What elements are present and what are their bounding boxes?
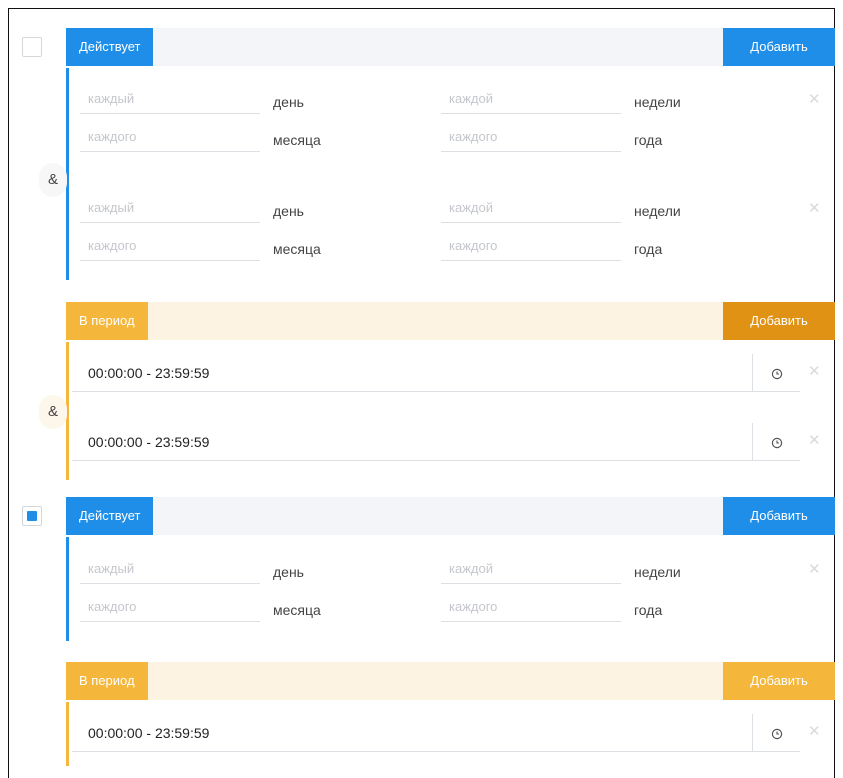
week-unit: недели [634, 564, 681, 580]
group-1-and-operator: & [39, 163, 67, 197]
month-input[interactable]: каждого [80, 235, 260, 261]
group-2-active-label: Действует [66, 497, 154, 535]
year-input[interactable]: каждого [441, 126, 621, 152]
group-2-period-header [66, 662, 835, 700]
year-unit: года [634, 602, 663, 618]
group-2-period-add-button[interactable]: Добавить [723, 662, 835, 700]
year-unit: года [634, 132, 663, 148]
month-unit: месяца [273, 241, 321, 257]
group-1-period-header [66, 302, 835, 340]
checkbox-checked-mark [27, 511, 37, 521]
remove-row-icon[interactable]: ✕ [808, 199, 821, 219]
group-1-active-add-button[interactable]: Добавить [723, 28, 835, 66]
group-2-period-bar [66, 702, 69, 766]
clock-icon[interactable] [752, 714, 800, 752]
day-input[interactable]: каждый [80, 558, 260, 584]
group-2-active-add-button[interactable]: Добавить [723, 497, 835, 535]
clock-icon[interactable] [752, 354, 800, 392]
remove-row-icon[interactable]: ✕ [808, 90, 821, 110]
month-unit: месяца [273, 132, 321, 148]
group-2-period-label: В период [66, 662, 148, 700]
month-unit: месяца [273, 602, 321, 618]
day-unit: день [273, 564, 304, 580]
group-1-period-and-operator: & [39, 395, 67, 429]
group-1-active-header [66, 28, 835, 66]
year-input[interactable]: каждого [441, 235, 621, 261]
year-input[interactable]: каждого [441, 596, 621, 622]
month-input[interactable]: каждого [80, 126, 260, 152]
remove-time-icon[interactable]: ✕ [808, 722, 821, 742]
day-unit: день [273, 94, 304, 110]
time-range-input[interactable]: 00:00:00 - 23:59:59 [72, 354, 752, 392]
group-1-active-label: Действует [66, 28, 154, 66]
group-2-active-header [66, 497, 835, 535]
day-unit: день [273, 203, 304, 219]
remove-row-icon[interactable]: ✕ [808, 560, 821, 580]
month-input[interactable]: каждого [80, 596, 260, 622]
group-2-checkbox[interactable] [22, 506, 42, 526]
week-input[interactable]: каждой [441, 197, 621, 223]
week-unit: недели [634, 203, 681, 219]
remove-time-icon[interactable]: ✕ [808, 362, 821, 382]
group-1-checkbox[interactable] [22, 37, 42, 57]
group-1-period-add-button[interactable]: Добавить [723, 302, 835, 340]
group-1-period-label: В период [66, 302, 148, 340]
group-2-active-bar [66, 537, 69, 641]
time-range-input[interactable]: 00:00:00 - 23:59:59 [72, 714, 752, 752]
time-range-input[interactable]: 00:00:00 - 23:59:59 [72, 423, 752, 461]
clock-icon[interactable] [752, 423, 800, 461]
remove-time-icon[interactable]: ✕ [808, 431, 821, 451]
week-unit: недели [634, 94, 681, 110]
day-input[interactable]: каждый [80, 88, 260, 114]
week-input[interactable]: каждой [441, 88, 621, 114]
year-unit: года [634, 241, 663, 257]
week-input[interactable]: каждой [441, 558, 621, 584]
day-input[interactable]: каждый [80, 197, 260, 223]
